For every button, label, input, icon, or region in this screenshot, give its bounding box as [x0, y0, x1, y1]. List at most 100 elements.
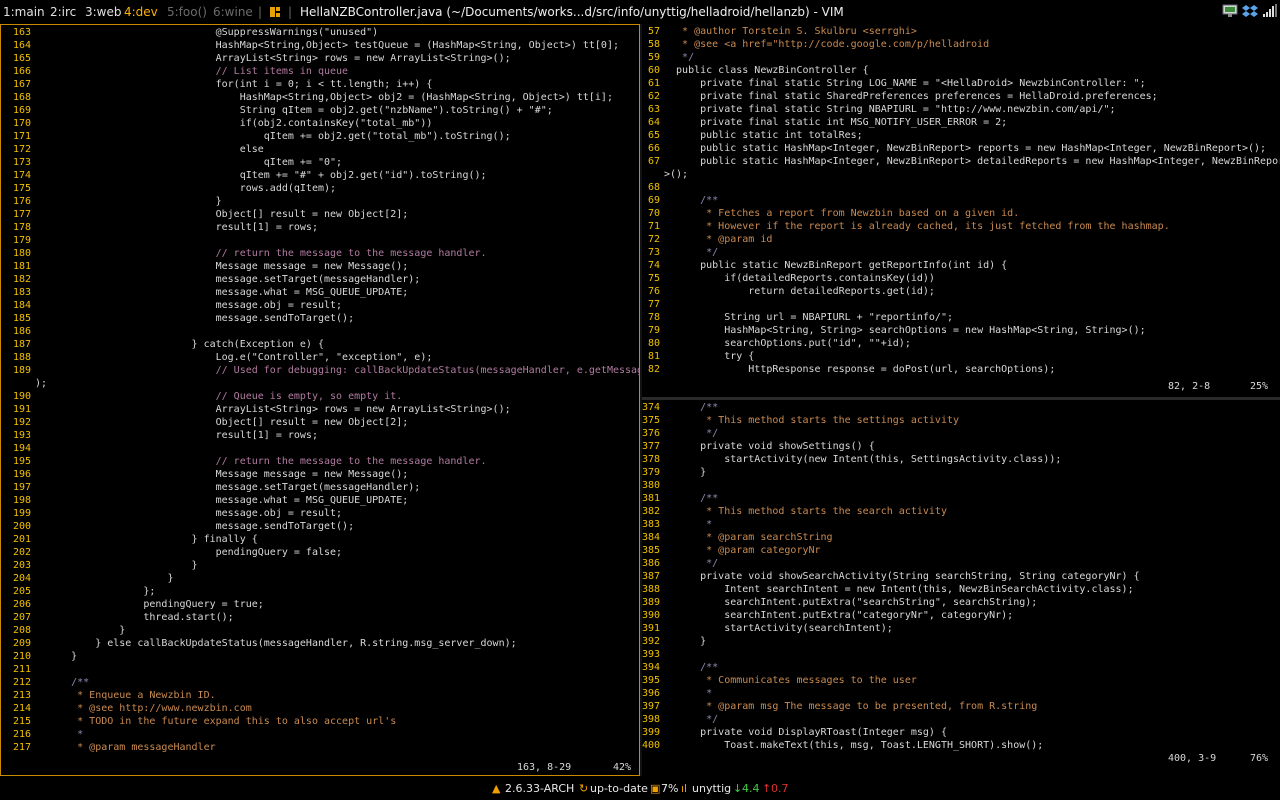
code-line[interactable]: 216 *	[1, 728, 639, 741]
code-line[interactable]: 398 */	[642, 713, 1140, 726]
tag-foo[interactable]: 5:foo()	[167, 5, 207, 19]
code-line[interactable]: 69 /**	[642, 194, 1280, 207]
code-line[interactable]: 166 // List items in queue	[1, 65, 639, 78]
tag-web[interactable]: 3:web	[85, 5, 122, 19]
code-line[interactable]: 64 private final static int MSG_NOTIFY_U…	[642, 116, 1280, 129]
code-line[interactable]: 386 */	[642, 557, 1140, 570]
code-line[interactable]: 76 return detailedReports.get(id);	[642, 285, 1280, 298]
code-line[interactable]: 192 Object[] result = new Object[2];	[1, 416, 639, 429]
code-line[interactable]: 197 message.setTarget(messageHandler);	[1, 481, 639, 494]
code-line[interactable]: 199 message.obj = result;	[1, 507, 639, 520]
code-line[interactable]: 210 }	[1, 650, 639, 663]
tag-main[interactable]: 1:main	[3, 5, 45, 19]
code-line[interactable]: 61 private final static String LOG_NAME …	[642, 77, 1280, 90]
code-line[interactable]: 186	[1, 325, 639, 338]
layout-icon[interactable]	[270, 7, 280, 17]
code-line[interactable]: 60 public class NewzBinController {	[642, 64, 1280, 77]
code-line[interactable]: 390 searchIntent.putExtra("categoryNr", …	[642, 609, 1140, 622]
code-view-top-right[interactable]: 57 * @author Torstein S. Skulbru <serrgh…	[642, 25, 1280, 376]
code-line[interactable]: 190 // Queue is empty, so empty it.	[1, 390, 639, 403]
code-line[interactable]: 204 }	[1, 572, 639, 585]
code-line[interactable]: 168 HashMap<String,Object> obj2 = (HashM…	[1, 91, 639, 104]
code-line[interactable]: 382 * This method starts the search acti…	[642, 505, 1140, 518]
code-line[interactable]: 378 startActivity(new Intent(this, Setti…	[642, 453, 1140, 466]
code-line[interactable]: 374 /**	[642, 401, 1140, 414]
editor-pane-top-right[interactable]: 57 * @author Torstein S. Skulbru <serrgh…	[642, 24, 1280, 397]
network-icon[interactable]	[1222, 3, 1238, 19]
code-line[interactable]: 393	[642, 648, 1140, 661]
code-line[interactable]: 211	[1, 663, 639, 676]
code-line[interactable]: >();	[642, 168, 1280, 181]
code-line[interactable]: 58 * @see <a href="http://code.google.co…	[642, 38, 1280, 51]
code-line[interactable]: 191 ArrayList<String> rows = new ArrayLi…	[1, 403, 639, 416]
code-line[interactable]: 215 * TODO in the future expand this to …	[1, 715, 639, 728]
editor-pane-bottom-right[interactable]: 374 /** 375 * This method starts the sett…	[642, 400, 1280, 776]
code-line[interactable]: 177 Object[] result = new Object[2];	[1, 208, 639, 221]
code-line[interactable]: 164 HashMap<String,Object> testQueue = (…	[1, 39, 639, 52]
code-line[interactable]: 70 * Fetches a report from Newzbin based…	[642, 207, 1280, 220]
code-line[interactable]: 198 message.what = MSG_QUEUE_UPDATE;	[1, 494, 639, 507]
code-line[interactable]: 62 private final static SharedPreference…	[642, 90, 1280, 103]
code-line[interactable]: 175 rows.add(qItem);	[1, 182, 639, 195]
code-line[interactable]: 209 } else callBackUpdateStatus(messageH…	[1, 637, 639, 650]
code-line[interactable]: 389 searchIntent.putExtra("searchString"…	[642, 596, 1140, 609]
code-line[interactable]: 179	[1, 234, 639, 247]
code-line[interactable]: 73 */	[642, 246, 1280, 259]
code-line[interactable]: 380	[642, 479, 1140, 492]
code-line[interactable]: 208 }	[1, 624, 639, 637]
code-line[interactable]: 75 if(detailedReports.containsKey(id))	[642, 272, 1280, 285]
code-view-bottom-right[interactable]: 374 /** 375 * This method starts the sett…	[642, 401, 1140, 752]
code-line[interactable]: 185 message.sendToTarget();	[1, 312, 639, 325]
code-line[interactable]: 66 public static HashMap<Integer, NewzBi…	[642, 142, 1280, 155]
code-line[interactable]: 187 } catch(Exception e) {	[1, 338, 639, 351]
code-line[interactable]: 205 };	[1, 585, 639, 598]
code-line[interactable]: 173 qItem += "0";	[1, 156, 639, 169]
code-line[interactable]: 81 try {	[642, 350, 1280, 363]
code-line[interactable]: 207 thread.start();	[1, 611, 639, 624]
code-line[interactable]: 399 private void DisplayRToast(Integer m…	[642, 726, 1140, 739]
code-line[interactable]: 381 /**	[642, 492, 1140, 505]
code-line[interactable]: 169 String qItem = obj2.get("nzbName").t…	[1, 104, 639, 117]
tag-irc[interactable]: 2:irc	[50, 5, 76, 19]
code-line[interactable]: 397 * @param msg The message to be prese…	[642, 700, 1140, 713]
code-line[interactable]: 59 */	[642, 51, 1280, 64]
code-line[interactable]: 171 qItem += obj2.get("total_mb").toStri…	[1, 130, 639, 143]
code-line[interactable]: 391 startActivity(searchIntent);	[642, 622, 1140, 635]
code-line[interactable]: 74 public static NewzBinReport getReport…	[642, 259, 1280, 272]
code-line[interactable]: 63 private final static String NBAPIURL …	[642, 103, 1280, 116]
code-line[interactable]: 189 // Used for debugging: callBackUpdat…	[1, 364, 639, 377]
code-line[interactable]: 200 message.sendToTarget();	[1, 520, 639, 533]
code-line[interactable]: );	[1, 377, 639, 390]
code-line[interactable]: 170 if(obj2.containsKey("total_mb"))	[1, 117, 639, 130]
code-line[interactable]: 183 message.what = MSG_QUEUE_UPDATE;	[1, 286, 639, 299]
code-line[interactable]: 57 * @author Torstein S. Skulbru <serrgh…	[642, 25, 1280, 38]
code-line[interactable]: 212 /**	[1, 676, 639, 689]
code-line[interactable]: 392 }	[642, 635, 1140, 648]
code-line[interactable]: 78 String url = NBAPIURL + "reportinfo/"…	[642, 311, 1280, 324]
code-line[interactable]: 395 * Communicates messages to the user	[642, 674, 1140, 687]
code-line[interactable]: 202 pendingQuery = false;	[1, 546, 639, 559]
code-line[interactable]: 68	[642, 181, 1280, 194]
code-line[interactable]: 82 HttpResponse response = doPost(url, s…	[642, 363, 1280, 376]
code-line[interactable]: 196 Message message = new Message();	[1, 468, 639, 481]
code-line[interactable]: 182 message.setTarget(messageHandler);	[1, 273, 639, 286]
code-line[interactable]: 375 * This method starts the settings ac…	[642, 414, 1140, 427]
code-line[interactable]: 376 */	[642, 427, 1140, 440]
dropbox-icon[interactable]	[1242, 3, 1258, 19]
code-line[interactable]: 384 * @param searchString	[642, 531, 1140, 544]
code-view-left[interactable]: 163 @SuppressWarnings("unused") 164 HashM…	[1, 26, 639, 754]
code-line[interactable]: 71 * However if the report is already ca…	[642, 220, 1280, 233]
code-line[interactable]: 213 * Enqueue a Newzbin ID.	[1, 689, 639, 702]
code-line[interactable]: 77	[642, 298, 1280, 311]
code-line[interactable]: 65 public static int totalRes;	[642, 129, 1280, 142]
code-line[interactable]: 67 public static HashMap<Integer, NewzBi…	[642, 155, 1280, 168]
code-line[interactable]: 379 }	[642, 466, 1140, 479]
code-line[interactable]: 195 // return the message to the message…	[1, 455, 639, 468]
code-line[interactable]: 206 pendingQuery = true;	[1, 598, 639, 611]
code-line[interactable]: 178 result[1] = rows;	[1, 221, 639, 234]
code-line[interactable]: 181 Message message = new Message();	[1, 260, 639, 273]
code-line[interactable]: 203 }	[1, 559, 639, 572]
code-line[interactable]: 214 * @see http://www.newzbin.com	[1, 702, 639, 715]
code-line[interactable]: 72 * @param id	[642, 233, 1280, 246]
code-line[interactable]: 217 * @param messageHandler	[1, 741, 639, 754]
